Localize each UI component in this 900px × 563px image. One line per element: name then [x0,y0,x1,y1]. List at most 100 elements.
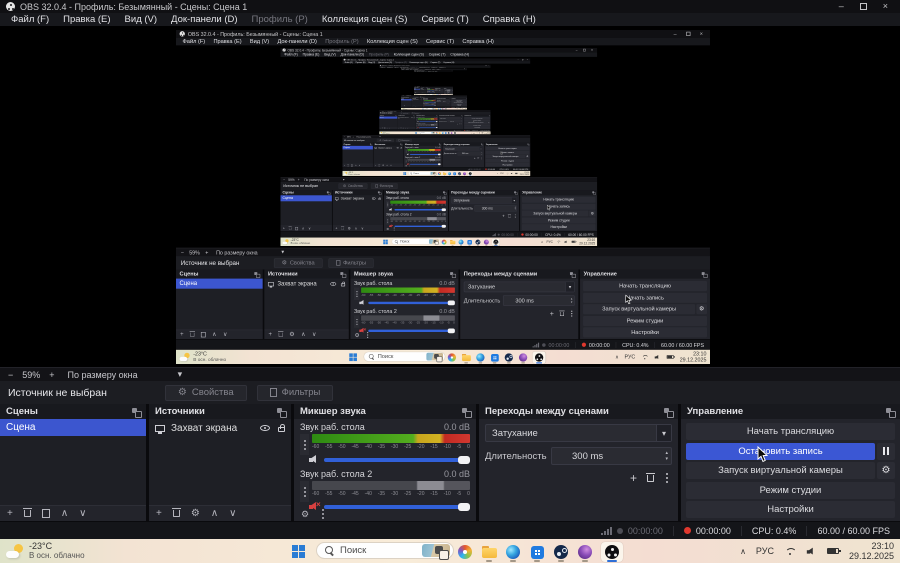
mixer-channel-1: Звук раб. стола 0.0 dB -60 -55 -50 -45 -40 -3… [423,99,436,102]
properties-button[interactable]: ⚙ Свойства [164,384,247,401]
controls-title: Управление [522,190,543,195]
file-explorer-button[interactable] [481,542,497,562]
mixer-menu-button[interactable] [322,513,325,515]
search-box: Поиск [424,108,435,110]
remove-transition-button[interactable] [646,472,655,482]
add-source-button[interactable]: + [156,508,162,519]
zoom-in-button[interactable]: + [49,370,54,380]
add-transition-button[interactable]: + [630,471,637,485]
visibility-eye-icon[interactable] [260,425,270,431]
filters-button: Фильтры [425,87,429,89]
filters-button[interactable]: Фильтры [256,384,334,401]
fit-mode-dropdown[interactable]: По размеру окна ▾ [68,369,183,380]
add-scene-button[interactable]: + [7,508,13,519]
menu-tools[interactable]: Сервис (T) [414,14,475,25]
menu-view[interactable]: Вид (V) [118,14,165,25]
maximize-button[interactable] [859,3,867,10]
close-button[interactable]: × [883,2,888,11]
start-button[interactable] [292,545,305,558]
weather-description: В осн. облачно [403,108,408,110]
virtual-camera-button[interactable]: Запуск виртуальной камеры [686,462,875,479]
menu-file: Файл (F) [401,69,405,71]
source-list-item[interactable]: Захват экрана [149,419,291,437]
source-properties-button[interactable]: ⚙ [191,508,200,519]
transition-select[interactable]: Затухание ▾ [485,424,672,442]
slider-handle[interactable] [458,455,470,464]
start-streaming-button[interactable]: Начать трансляцию [686,423,895,440]
settings-button[interactable]: Настройки [686,501,895,518]
preview-canvas[interactable]: OBS 32.0.4 - Профиль: Безымянный - Сцены… [176,30,710,364]
edge-button[interactable] [505,542,521,562]
weather-widget[interactable]: -23°C В осн. облачно [6,541,85,561]
chevron-down-icon: ▾ [401,110,402,112]
menu-file[interactable]: Файл (F) [4,14,56,25]
language-indicator[interactable]: РУС [756,546,774,556]
scene-up-button[interactable]: ∧ [61,508,68,519]
scene-down-button[interactable]: ∨ [79,508,86,519]
menu-profile[interactable]: Профиль (P) [245,14,315,25]
remove-scene-button [288,226,292,230]
advanced-audio-button[interactable]: ⚙ [301,509,309,519]
virtual-camera-settings-button[interactable]: ⚙ [877,462,895,479]
running-indicator [558,560,564,562]
tray-overflow-chevron: ∧ [615,354,619,360]
microsoft-store-button [453,172,456,176]
slider-handle [447,328,455,333]
duration-spinbox[interactable]: 300 ms ▴ ▾ [551,447,672,465]
task-view-button[interactable] [433,542,449,562]
obs-taskbar-button[interactable] [601,542,623,562]
transitions-dock: Переходы между сценами Затухание ▾ Длите… [479,404,678,521]
photos-app-icon [447,353,457,362]
microsoft-store-button[interactable] [529,542,545,562]
photos-app-button[interactable] [457,542,473,562]
zoom-level: 59% [22,369,41,380]
search-highlight-image [432,94,434,95]
tray-overflow-chevron[interactable]: ∧ [740,547,746,556]
studio-mode-button[interactable]: Режим студии [686,481,895,499]
dock-pin-icon[interactable] [132,407,142,418]
volume-tray-icon[interactable] [806,547,816,555]
wifi-icon[interactable] [784,547,796,556]
transitions-dock: Переходы между сценами Затухание ▾ Длите… [460,269,579,340]
dock-pin-icon[interactable] [664,407,674,418]
weather-description: В осн. облачно [348,173,361,176]
dock-pin-icon[interactable] [277,407,287,418]
remove-transition-button [559,310,565,316]
speaker-icon[interactable] [309,455,320,464]
menu-edit[interactable]: Правка (E) [56,14,117,25]
minimize-button: – [673,30,677,37]
volume-slider-row-1 [303,455,476,466]
speaker-icon [406,153,409,156]
minimize-button[interactable]: – [839,2,844,11]
channel-menu-button[interactable] [300,434,309,455]
steam-button[interactable] [553,542,569,562]
lock-icon[interactable] [278,424,285,432]
scene-filters-button[interactable] [41,509,50,518]
fit-mode-dropdown: По размеру окна ▾ [304,178,344,182]
maximize-button [583,48,586,52]
transition-menu-button[interactable] [666,477,668,479]
battery-icon[interactable] [826,548,841,554]
volume-slider[interactable] [324,455,470,464]
remove-source-button[interactable] [171,508,181,517]
source-up-button[interactable]: ∧ [211,508,218,519]
channel-menu-button[interactable] [300,481,309,502]
menu-scene-collection[interactable]: Коллекция сцен (S) [315,14,415,25]
menu-docks[interactable]: Док-панели (D) [164,14,244,25]
zoom-out-button[interactable]: − [8,370,13,380]
dock-pin-icon[interactable] [886,407,896,418]
search-icon [410,172,412,175]
controls-dock: Управление Начать трансляцию Начать запи… [580,269,710,340]
scenes-dock-header: Сцены [342,142,373,146]
menu-help[interactable]: Справка (H) [476,14,543,25]
dock-pin-icon[interactable] [462,407,472,418]
purple-app-button[interactable] [577,542,593,562]
source-down-button[interactable]: ∨ [229,508,236,519]
scene-list-item[interactable]: Сцена [0,419,146,436]
clock-widget[interactable]: 23:10 29.12.2025 [849,541,894,561]
remove-scene-button[interactable] [22,508,32,517]
spinner-arrows-icon[interactable]: ▴ ▾ [665,450,668,462]
pause-recording-button[interactable] [877,442,895,460]
dock-pin-icon [527,143,530,146]
stop-recording-button[interactable]: Остановить запись [686,442,875,460]
